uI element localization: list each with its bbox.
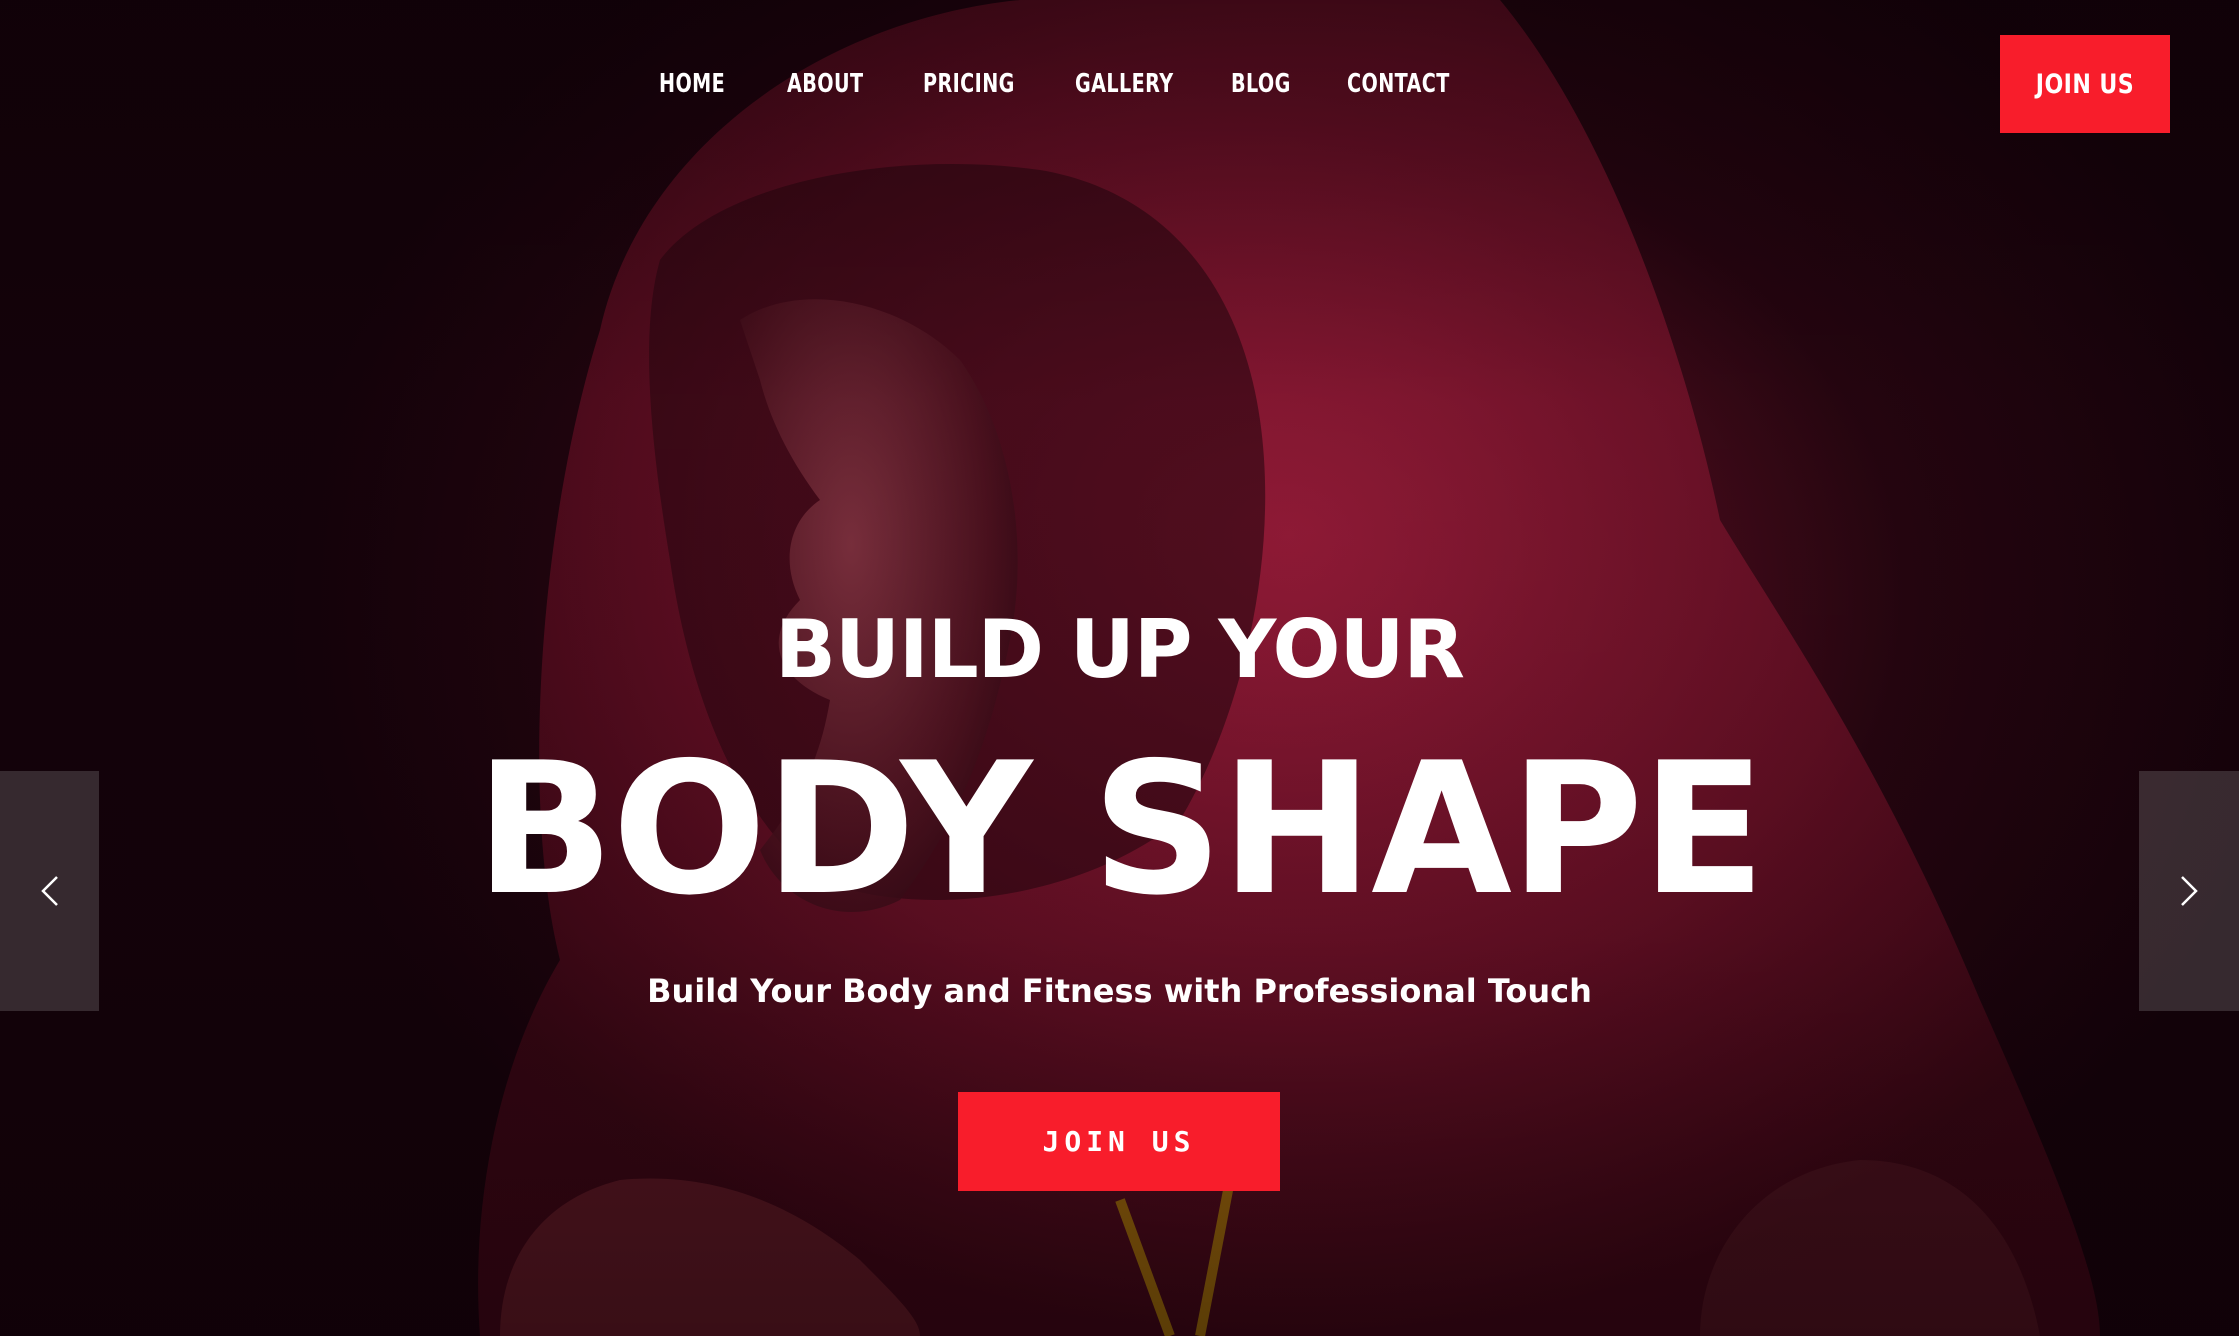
hero-section: HOME ABOUT PRICING GALLERY BLOG CONTACT …: [0, 0, 2239, 1336]
nav-item-about[interactable]: ABOUT: [787, 62, 863, 106]
hero-headline-line1: BUILD UP YOUR: [774, 603, 1465, 696]
chevron-right-icon: [2181, 876, 2198, 906]
hero-headline-line2: BODY SHAPE: [475, 723, 1765, 935]
hero-join-button[interactable]: JOIN US: [958, 1092, 1280, 1191]
nav-item-blog[interactable]: BLOG: [1231, 62, 1290, 106]
nav-menu: HOME ABOUT PRICING GALLERY BLOG CONTACT: [659, 62, 1509, 106]
nav-item-gallery[interactable]: GALLERY: [1075, 62, 1173, 106]
slider-prev-button[interactable]: [0, 771, 99, 1011]
nav-item-home[interactable]: HOME: [659, 62, 725, 106]
header-join-label: JOIN US: [2035, 68, 2135, 100]
slider-next-button[interactable]: [2139, 771, 2239, 1011]
chevron-left-icon: [40, 876, 58, 906]
main-nav: HOME ABOUT PRICING GALLERY BLOG CONTACT: [0, 62, 2239, 106]
nav-item-pricing[interactable]: PRICING: [923, 62, 1014, 106]
header-join-button[interactable]: JOIN US: [2000, 35, 2170, 133]
hero-subheadline: Build Your Body and Fitness with Profess…: [647, 972, 1592, 1010]
nav-item-contact[interactable]: CONTACT: [1347, 62, 1449, 106]
